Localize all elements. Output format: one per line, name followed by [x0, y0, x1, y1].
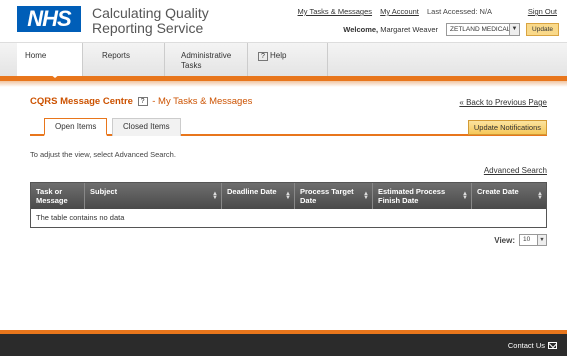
nav-item-home[interactable]: Home — [17, 43, 83, 77]
view-label: View: — [494, 235, 515, 245]
page-size-select[interactable]: 10 ▼ — [519, 234, 547, 246]
contact-us-link[interactable]: Contact Us — [508, 341, 557, 350]
sign-out-link[interactable]: Sign Out — [528, 7, 557, 16]
nav-item-label: Administrative Tasks — [181, 51, 232, 70]
advanced-search-link[interactable]: Advanced Search — [484, 166, 547, 175]
update-notifications-button[interactable]: Update Notifications — [467, 120, 547, 135]
column-header-process-target-date[interactable]: Process Target Date ▲ ▼ — [295, 183, 373, 209]
help-icon[interactable]: ? — [137, 96, 148, 106]
nav-item-label: Reports — [102, 51, 131, 60]
contact-us-label: Contact Us — [507, 341, 545, 350]
column-header-deadline-date[interactable]: Deadline Date ▲ ▼ — [222, 183, 295, 209]
nav-accent-shadow — [0, 81, 567, 87]
page-size-value: 10 — [523, 236, 531, 243]
column-header-estimated-process-finish-date[interactable]: Estimated Process Finish Date ▲ ▼ — [373, 183, 472, 209]
nhs-logo[interactable]: NHS — [17, 6, 81, 32]
footer: Contact Us — [0, 334, 567, 356]
my-tasks-link[interactable]: My Tasks & Messages — [298, 7, 372, 16]
welcome-row: Welcome, Margaret Weaver ZETLAND MEDICAL… — [343, 23, 559, 36]
column-header-label: Deadline Date — [227, 187, 277, 196]
chevron-down-icon: ▼ — [537, 235, 546, 245]
update-button[interactable]: Update — [526, 23, 559, 36]
active-tab-notch — [50, 74, 60, 78]
column-header-label: Create Date — [477, 187, 519, 196]
column-header-task-or-message[interactable]: Task or Message — [31, 183, 85, 209]
nav-item-reports[interactable]: Reports — [84, 43, 165, 77]
nav-item-administrative-tasks[interactable]: Administrative Tasks — [165, 43, 248, 77]
column-header-subject[interactable]: Subject ▲ ▼ — [85, 183, 222, 209]
sort-icon[interactable]: ▲ ▼ — [537, 191, 543, 201]
tabs-row: Open Items Closed Items Update Notificat… — [30, 118, 547, 136]
app-title-line2: Reporting Service — [92, 20, 204, 36]
column-header-label: Process Target Date — [300, 187, 354, 205]
main-nav: Home Reports Administrative Tasks ? Help — [0, 42, 567, 77]
header: NHS Calculating Quality Reporting Servic… — [0, 0, 567, 42]
sort-icon[interactable]: ▲ ▼ — [363, 191, 369, 201]
top-links: My Tasks & Messages My Account Last Acce… — [292, 7, 557, 16]
page-header: CQRS Message Centre ? - My Tasks & Messa… — [30, 96, 547, 110]
main-content: CQRS Message Centre ? - My Tasks & Messa… — [30, 96, 547, 246]
table-empty-row: The table contains no data — [31, 209, 546, 227]
app-title: Calculating Quality Reporting Service — [92, 6, 209, 36]
nav-item-help[interactable]: ? Help — [248, 43, 328, 77]
page-subtitle: - My Tasks & Messages — [152, 96, 253, 107]
sort-icon[interactable]: ▲ ▼ — [285, 191, 291, 201]
app-title-line1: Calculating Quality — [92, 5, 209, 21]
tab-closed-items[interactable]: Closed Items — [112, 118, 181, 136]
sort-icon[interactable]: ▲ ▼ — [462, 191, 468, 201]
nav-item-label: Help — [270, 51, 287, 60]
help-icon: ? — [258, 52, 268, 61]
page-title-text: CQRS Message Centre — [30, 96, 133, 107]
welcome-label: Welcome, — [343, 25, 379, 34]
sort-icon[interactable]: ▲ ▼ — [212, 191, 218, 201]
column-header-label: Estimated Process Finish Date — [378, 187, 446, 205]
organisation-select-value: ZETLAND MEDICAL — [450, 26, 511, 33]
last-accessed: Last Accessed: N/A — [427, 7, 492, 16]
column-header-label: Task or Message — [36, 187, 68, 205]
messages-table: Task or Message Subject ▲ ▼ Deadline Date… — [30, 182, 547, 228]
back-link[interactable]: « Back to Previous Page — [459, 98, 547, 107]
organisation-select[interactable]: ZETLAND MEDICAL ▼ — [446, 23, 521, 36]
my-account-link[interactable]: My Account — [380, 7, 419, 16]
chevron-down-icon: ▼ — [509, 24, 520, 35]
page-size-control: View: 10 ▼ — [494, 234, 547, 246]
welcome-user: Margaret Weaver — [380, 25, 439, 34]
nav-item-label: Home — [25, 51, 47, 60]
hint-text: To adjust the view, select Advanced Sear… — [30, 150, 176, 159]
column-header-label: Subject — [90, 187, 118, 196]
tab-open-items[interactable]: Open Items — [44, 118, 108, 136]
column-header-create-date[interactable]: Create Date ▲ ▼ — [472, 183, 546, 209]
mail-icon — [548, 342, 557, 349]
table-header: Task or Message Subject ▲ ▼ Deadline Date… — [31, 183, 546, 209]
